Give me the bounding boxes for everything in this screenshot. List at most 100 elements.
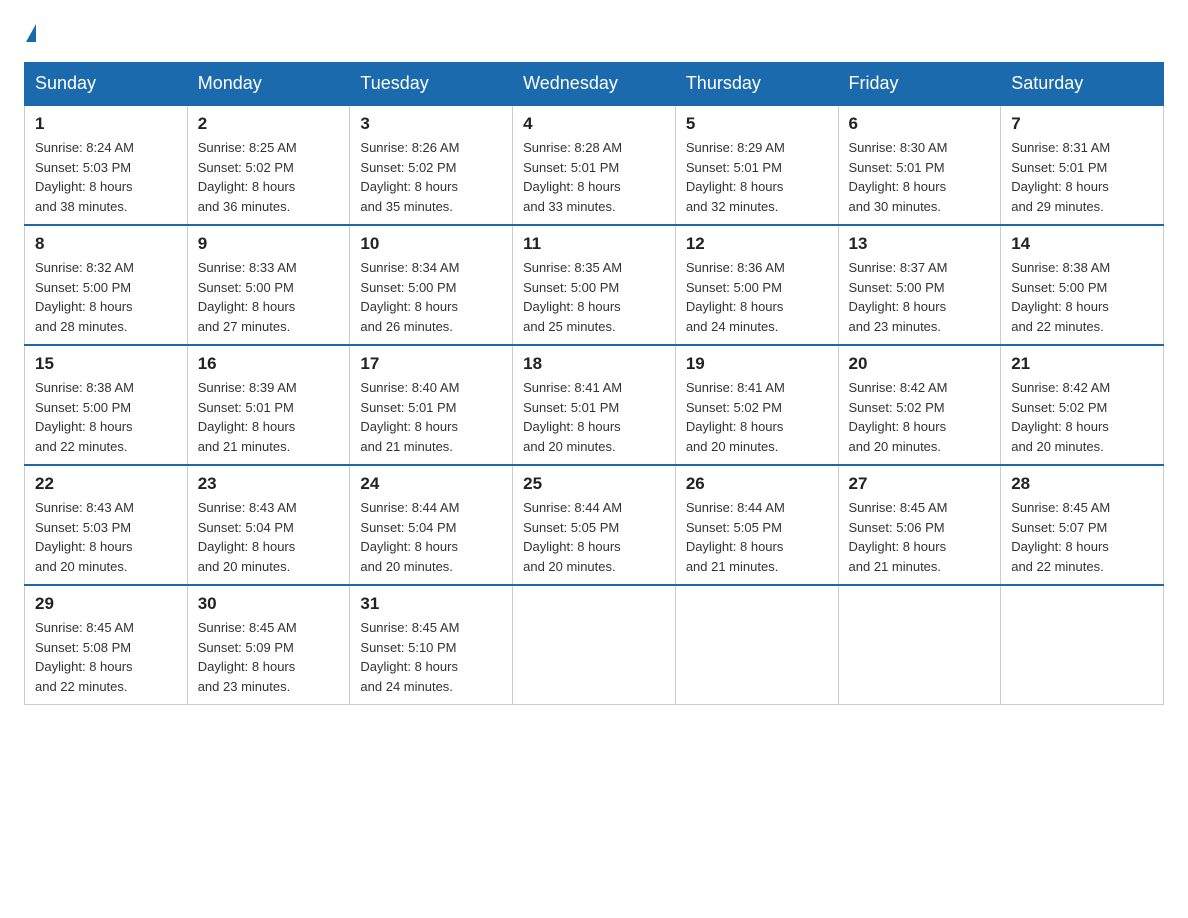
day-info: Sunrise: 8:29 AM Sunset: 5:01 PM Dayligh…	[686, 138, 828, 216]
day-cell-26: 26 Sunrise: 8:44 AM Sunset: 5:05 PM Dayl…	[675, 465, 838, 585]
day-number: 28	[1011, 474, 1153, 494]
day-cell-13: 13 Sunrise: 8:37 AM Sunset: 5:00 PM Dayl…	[838, 225, 1001, 345]
empty-cell-4-5	[838, 585, 1001, 705]
day-info: Sunrise: 8:45 AM Sunset: 5:06 PM Dayligh…	[849, 498, 991, 576]
day-cell-27: 27 Sunrise: 8:45 AM Sunset: 5:06 PM Dayl…	[838, 465, 1001, 585]
day-cell-21: 21 Sunrise: 8:42 AM Sunset: 5:02 PM Dayl…	[1001, 345, 1164, 465]
day-info: Sunrise: 8:32 AM Sunset: 5:00 PM Dayligh…	[35, 258, 177, 336]
day-cell-1: 1 Sunrise: 8:24 AM Sunset: 5:03 PM Dayli…	[25, 105, 188, 225]
day-number: 27	[849, 474, 991, 494]
day-number: 12	[686, 234, 828, 254]
day-info: Sunrise: 8:39 AM Sunset: 5:01 PM Dayligh…	[198, 378, 340, 456]
day-number: 24	[360, 474, 502, 494]
day-cell-16: 16 Sunrise: 8:39 AM Sunset: 5:01 PM Dayl…	[187, 345, 350, 465]
day-info: Sunrise: 8:33 AM Sunset: 5:00 PM Dayligh…	[198, 258, 340, 336]
day-cell-6: 6 Sunrise: 8:30 AM Sunset: 5:01 PM Dayli…	[838, 105, 1001, 225]
weekday-header-saturday: Saturday	[1001, 63, 1164, 106]
day-cell-9: 9 Sunrise: 8:33 AM Sunset: 5:00 PM Dayli…	[187, 225, 350, 345]
day-info: Sunrise: 8:43 AM Sunset: 5:04 PM Dayligh…	[198, 498, 340, 576]
day-number: 21	[1011, 354, 1153, 374]
day-cell-14: 14 Sunrise: 8:38 AM Sunset: 5:00 PM Dayl…	[1001, 225, 1164, 345]
day-number: 6	[849, 114, 991, 134]
day-cell-7: 7 Sunrise: 8:31 AM Sunset: 5:01 PM Dayli…	[1001, 105, 1164, 225]
weekday-header-monday: Monday	[187, 63, 350, 106]
day-number: 23	[198, 474, 340, 494]
day-number: 4	[523, 114, 665, 134]
day-cell-25: 25 Sunrise: 8:44 AM Sunset: 5:05 PM Dayl…	[513, 465, 676, 585]
day-info: Sunrise: 8:44 AM Sunset: 5:05 PM Dayligh…	[523, 498, 665, 576]
calendar-table: SundayMondayTuesdayWednesdayThursdayFrid…	[24, 62, 1164, 705]
day-info: Sunrise: 8:45 AM Sunset: 5:07 PM Dayligh…	[1011, 498, 1153, 576]
empty-cell-4-4	[675, 585, 838, 705]
day-info: Sunrise: 8:24 AM Sunset: 5:03 PM Dayligh…	[35, 138, 177, 216]
day-info: Sunrise: 8:36 AM Sunset: 5:00 PM Dayligh…	[686, 258, 828, 336]
day-number: 19	[686, 354, 828, 374]
day-info: Sunrise: 8:42 AM Sunset: 5:02 PM Dayligh…	[1011, 378, 1153, 456]
day-number: 26	[686, 474, 828, 494]
day-info: Sunrise: 8:45 AM Sunset: 5:10 PM Dayligh…	[360, 618, 502, 696]
day-info: Sunrise: 8:35 AM Sunset: 5:00 PM Dayligh…	[523, 258, 665, 336]
day-info: Sunrise: 8:31 AM Sunset: 5:01 PM Dayligh…	[1011, 138, 1153, 216]
weekday-header-friday: Friday	[838, 63, 1001, 106]
day-cell-31: 31 Sunrise: 8:45 AM Sunset: 5:10 PM Dayl…	[350, 585, 513, 705]
day-cell-19: 19 Sunrise: 8:41 AM Sunset: 5:02 PM Dayl…	[675, 345, 838, 465]
day-number: 14	[1011, 234, 1153, 254]
week-row-4: 22 Sunrise: 8:43 AM Sunset: 5:03 PM Dayl…	[25, 465, 1164, 585]
day-cell-11: 11 Sunrise: 8:35 AM Sunset: 5:00 PM Dayl…	[513, 225, 676, 345]
day-number: 22	[35, 474, 177, 494]
day-cell-20: 20 Sunrise: 8:42 AM Sunset: 5:02 PM Dayl…	[838, 345, 1001, 465]
day-cell-15: 15 Sunrise: 8:38 AM Sunset: 5:00 PM Dayl…	[25, 345, 188, 465]
day-info: Sunrise: 8:28 AM Sunset: 5:01 PM Dayligh…	[523, 138, 665, 216]
day-info: Sunrise: 8:45 AM Sunset: 5:09 PM Dayligh…	[198, 618, 340, 696]
day-cell-12: 12 Sunrise: 8:36 AM Sunset: 5:00 PM Dayl…	[675, 225, 838, 345]
page-header	[24, 24, 1164, 44]
day-number: 3	[360, 114, 502, 134]
day-info: Sunrise: 8:44 AM Sunset: 5:04 PM Dayligh…	[360, 498, 502, 576]
day-number: 10	[360, 234, 502, 254]
day-info: Sunrise: 8:38 AM Sunset: 5:00 PM Dayligh…	[35, 378, 177, 456]
weekday-header-sunday: Sunday	[25, 63, 188, 106]
day-number: 11	[523, 234, 665, 254]
day-number: 25	[523, 474, 665, 494]
weekday-header-wednesday: Wednesday	[513, 63, 676, 106]
day-number: 30	[198, 594, 340, 614]
day-info: Sunrise: 8:44 AM Sunset: 5:05 PM Dayligh…	[686, 498, 828, 576]
weekday-header-row: SundayMondayTuesdayWednesdayThursdayFrid…	[25, 63, 1164, 106]
day-cell-18: 18 Sunrise: 8:41 AM Sunset: 5:01 PM Dayl…	[513, 345, 676, 465]
day-cell-24: 24 Sunrise: 8:44 AM Sunset: 5:04 PM Dayl…	[350, 465, 513, 585]
week-row-2: 8 Sunrise: 8:32 AM Sunset: 5:00 PM Dayli…	[25, 225, 1164, 345]
day-info: Sunrise: 8:34 AM Sunset: 5:00 PM Dayligh…	[360, 258, 502, 336]
logo	[24, 24, 38, 44]
day-info: Sunrise: 8:37 AM Sunset: 5:00 PM Dayligh…	[849, 258, 991, 336]
day-cell-10: 10 Sunrise: 8:34 AM Sunset: 5:00 PM Dayl…	[350, 225, 513, 345]
day-cell-29: 29 Sunrise: 8:45 AM Sunset: 5:08 PM Dayl…	[25, 585, 188, 705]
day-number: 1	[35, 114, 177, 134]
week-row-3: 15 Sunrise: 8:38 AM Sunset: 5:00 PM Dayl…	[25, 345, 1164, 465]
day-info: Sunrise: 8:40 AM Sunset: 5:01 PM Dayligh…	[360, 378, 502, 456]
day-info: Sunrise: 8:43 AM Sunset: 5:03 PM Dayligh…	[35, 498, 177, 576]
day-info: Sunrise: 8:45 AM Sunset: 5:08 PM Dayligh…	[35, 618, 177, 696]
day-info: Sunrise: 8:41 AM Sunset: 5:02 PM Dayligh…	[686, 378, 828, 456]
day-info: Sunrise: 8:41 AM Sunset: 5:01 PM Dayligh…	[523, 378, 665, 456]
day-number: 7	[1011, 114, 1153, 134]
day-number: 2	[198, 114, 340, 134]
day-cell-2: 2 Sunrise: 8:25 AM Sunset: 5:02 PM Dayli…	[187, 105, 350, 225]
day-info: Sunrise: 8:26 AM Sunset: 5:02 PM Dayligh…	[360, 138, 502, 216]
day-number: 5	[686, 114, 828, 134]
day-number: 15	[35, 354, 177, 374]
day-cell-4: 4 Sunrise: 8:28 AM Sunset: 5:01 PM Dayli…	[513, 105, 676, 225]
calendar-body: 1 Sunrise: 8:24 AM Sunset: 5:03 PM Dayli…	[25, 105, 1164, 705]
day-cell-28: 28 Sunrise: 8:45 AM Sunset: 5:07 PM Dayl…	[1001, 465, 1164, 585]
empty-cell-4-6	[1001, 585, 1164, 705]
day-number: 16	[198, 354, 340, 374]
day-number: 8	[35, 234, 177, 254]
logo-triangle-icon	[26, 24, 36, 42]
day-info: Sunrise: 8:30 AM Sunset: 5:01 PM Dayligh…	[849, 138, 991, 216]
day-info: Sunrise: 8:42 AM Sunset: 5:02 PM Dayligh…	[849, 378, 991, 456]
day-number: 9	[198, 234, 340, 254]
weekday-header-tuesday: Tuesday	[350, 63, 513, 106]
day-number: 20	[849, 354, 991, 374]
day-cell-3: 3 Sunrise: 8:26 AM Sunset: 5:02 PM Dayli…	[350, 105, 513, 225]
day-number: 13	[849, 234, 991, 254]
day-cell-8: 8 Sunrise: 8:32 AM Sunset: 5:00 PM Dayli…	[25, 225, 188, 345]
